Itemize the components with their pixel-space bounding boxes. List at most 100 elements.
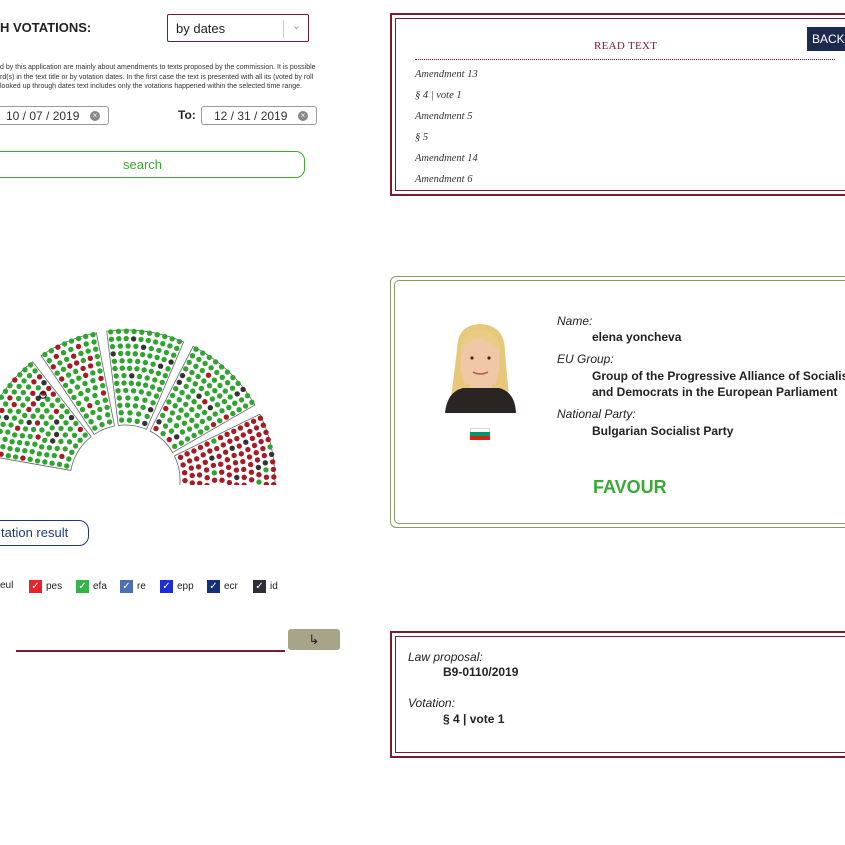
seat-dot xyxy=(189,406,195,413)
seat-dot xyxy=(42,437,48,443)
seat-dot xyxy=(22,367,28,373)
seat-dot xyxy=(94,353,101,360)
seat-dot xyxy=(184,451,190,457)
seat-dot xyxy=(234,391,240,397)
seat-dot xyxy=(50,438,56,444)
clear-from-date-icon[interactable]: × xyxy=(90,111,100,121)
seat-dot xyxy=(214,369,220,376)
seat-dot xyxy=(154,332,160,338)
seat-dot xyxy=(219,469,225,475)
seat-dot xyxy=(16,383,22,389)
checkbox-efa[interactable]: ✓ xyxy=(76,580,89,593)
seat-dot xyxy=(67,426,74,432)
seat-dot xyxy=(126,417,133,423)
seat-dot xyxy=(198,429,204,435)
amendment-item[interactable]: Amendment 6 xyxy=(415,173,478,194)
legend-item-epp[interactable]: ✓ epp xyxy=(160,580,194,593)
seat-dot xyxy=(144,375,150,381)
seat-dot xyxy=(11,389,17,395)
seat-dot xyxy=(14,425,21,431)
amendment-item[interactable]: Amendment 13 xyxy=(415,68,478,89)
legend-item-re[interactable]: ✓ re xyxy=(120,580,146,593)
to-date-input[interactable]: 12 / 31 / 2019 × xyxy=(201,106,317,125)
legend-item-id[interactable]: ✓ id xyxy=(253,580,278,593)
seat-dot xyxy=(156,386,163,393)
seat-dot xyxy=(270,459,276,465)
go-button[interactable]: ↳ xyxy=(288,629,340,650)
seat-dot xyxy=(98,375,104,382)
seat-dot xyxy=(24,440,30,447)
seat-dot xyxy=(21,378,27,384)
amendment-item[interactable]: § 4 | vote 1 xyxy=(415,89,478,110)
votation-result-button[interactable]: tation result xyxy=(0,520,89,546)
seat-dot xyxy=(147,353,153,359)
seat-dot xyxy=(205,372,212,378)
seat-dot xyxy=(48,414,54,420)
seat-dot xyxy=(261,452,267,459)
seat-dot xyxy=(92,392,98,399)
seat-dot xyxy=(63,420,69,426)
seat-dot xyxy=(62,382,69,388)
seat-dot xyxy=(64,409,70,415)
chevron-down-icon[interactable]: ⌄ xyxy=(292,19,301,32)
checkbox-pes[interactable]: ✓ xyxy=(29,580,42,593)
seat-dot xyxy=(44,408,50,414)
checkbox-id[interactable]: ✓ xyxy=(253,580,266,593)
seat-dot xyxy=(53,431,60,438)
seat-dot xyxy=(270,466,277,473)
seat-dot xyxy=(197,444,204,451)
legend-label: pes xyxy=(46,581,63,592)
seat-dot xyxy=(162,373,168,379)
seat-dot xyxy=(59,376,65,382)
seat-dot xyxy=(71,432,78,438)
seat-dot xyxy=(168,359,174,365)
seat-dot xyxy=(243,439,249,445)
legend-item-pes[interactable]: ✓ pes xyxy=(29,580,62,593)
seat-dot xyxy=(224,457,231,463)
seat-dot xyxy=(54,419,60,425)
legend-item-ecr[interactable]: ✓ ecr xyxy=(207,580,238,593)
national-party: Bulgarian Socialist Party xyxy=(592,424,734,438)
amendment-item[interactable]: Amendment 5 xyxy=(415,110,478,131)
search-mode-select[interactable]: by dates ⌄ xyxy=(167,14,309,42)
seat-dot xyxy=(142,382,149,388)
seat-dot xyxy=(238,451,244,457)
seat-dot xyxy=(248,477,255,483)
seat-dot xyxy=(191,432,197,439)
back-button[interactable]: BACK xyxy=(807,27,845,51)
seat-dot xyxy=(230,410,236,417)
checkbox-ecr[interactable]: ✓ xyxy=(207,580,220,593)
text-search-input[interactable] xyxy=(16,650,285,652)
seat-dot xyxy=(202,459,208,465)
to-label: To: xyxy=(178,108,196,122)
legend-item-efa[interactable]: ✓ efa xyxy=(76,580,107,593)
seat-dot xyxy=(163,405,169,412)
seat-dot xyxy=(176,338,183,345)
seat-dot xyxy=(251,442,258,449)
seat-dot xyxy=(20,402,26,408)
info-line: d by this application are mainly about a… xyxy=(0,64,316,71)
amendment-item[interactable]: § 5 xyxy=(415,131,478,152)
checkbox-epp[interactable]: ✓ xyxy=(160,580,173,593)
seat-dot xyxy=(90,332,96,338)
seat-dot xyxy=(246,454,253,460)
seat-dot xyxy=(248,461,254,468)
seat-dot xyxy=(169,410,176,416)
legend-label: eul xyxy=(0,580,14,591)
checkbox-re[interactable]: ✓ xyxy=(120,580,133,593)
seat-dot xyxy=(68,338,75,344)
seat-dot xyxy=(229,445,235,451)
seat-dot xyxy=(128,380,134,386)
seat-dot xyxy=(54,370,60,376)
clear-to-date-icon[interactable]: × xyxy=(298,111,308,121)
seat-dot xyxy=(237,425,244,431)
seat-dot xyxy=(212,411,218,417)
legend-item-eul[interactable]: eul xyxy=(0,580,13,591)
seat-dot xyxy=(100,390,107,396)
amendment-item[interactable]: Amendment 14 xyxy=(415,152,478,173)
from-date-input[interactable]: 10 / 07 / 2019 × xyxy=(0,106,109,125)
seat-dot xyxy=(201,409,208,416)
seat-dot xyxy=(162,333,168,340)
search-button[interactable]: search xyxy=(0,151,305,178)
seat-dot xyxy=(193,363,199,369)
